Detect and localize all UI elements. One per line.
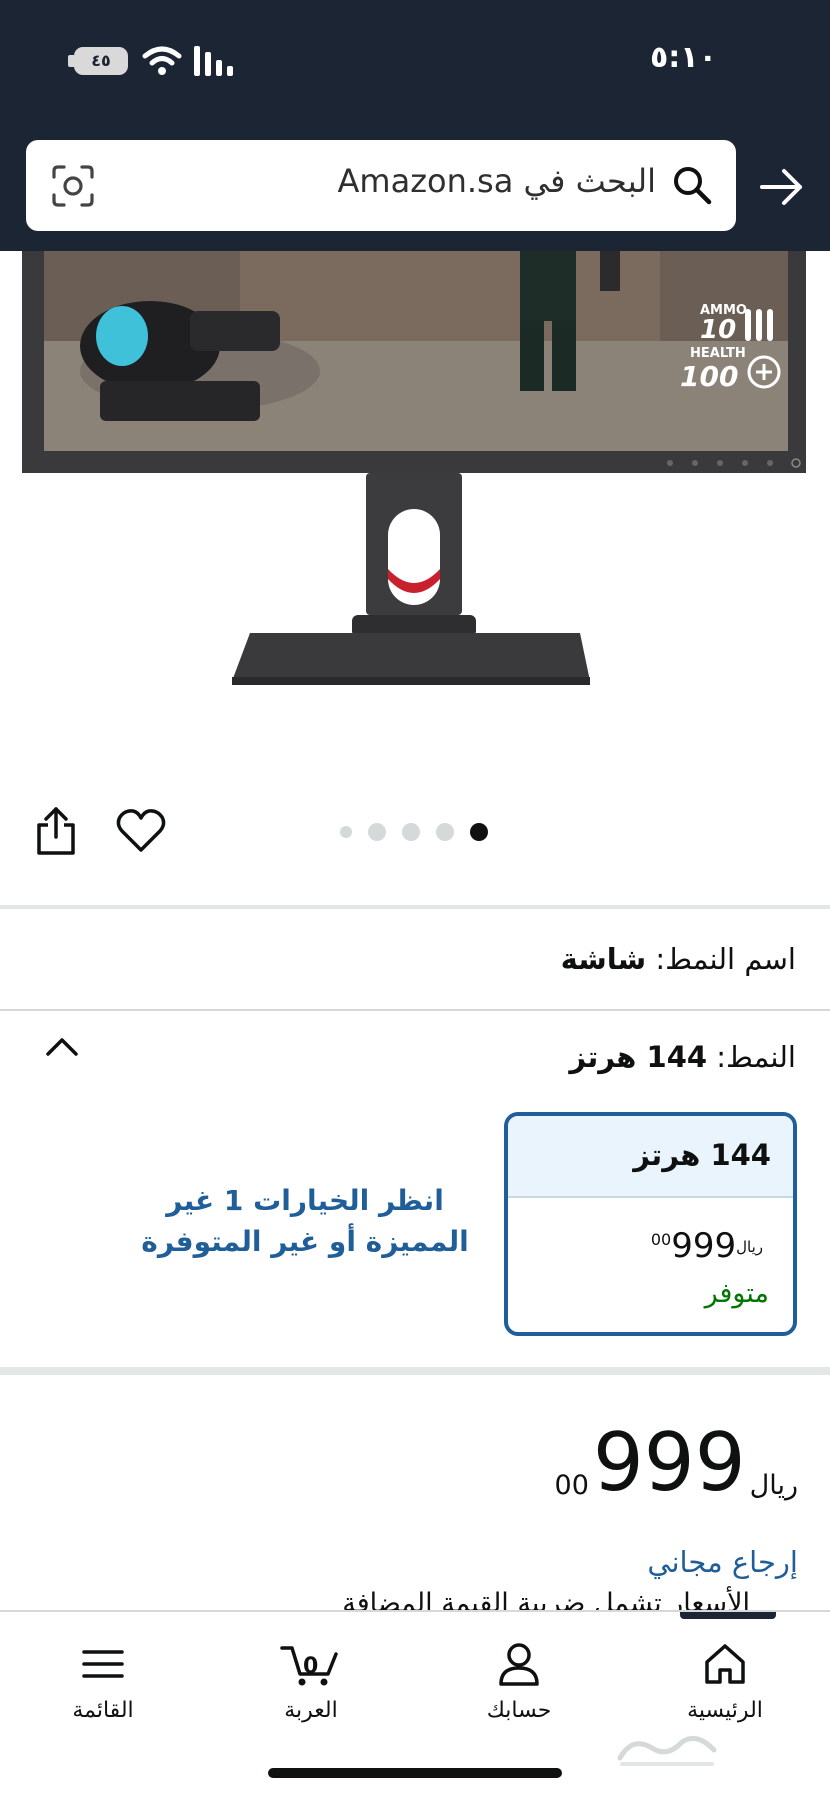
share-icon[interactable] (34, 805, 78, 857)
status-time: ٥:١٠ (650, 40, 717, 75)
main-price-whole: 999 (592, 1416, 746, 1509)
pattern-label: النمط: (716, 1040, 796, 1074)
free-return-link[interactable]: إرجاع مجاني (647, 1545, 798, 1579)
cart-count: 0 (303, 1654, 319, 1679)
svg-text:HEALTH: HEALTH (690, 346, 746, 361)
carousel-dot[interactable] (402, 823, 420, 841)
nav-menu[interactable]: القائمة (23, 1642, 183, 1723)
nav-account[interactable]: حسابك (439, 1642, 599, 1723)
search-input[interactable]: البحث في Amazon.sa (26, 140, 736, 231)
variant-price-fraction: 00 (650, 1230, 672, 1249)
style-name-value: شاشة (560, 942, 647, 976)
back-arrow-icon[interactable] (758, 166, 806, 208)
section-divider (0, 1009, 830, 1011)
variant-price: ريال 999 00 (651, 1226, 763, 1266)
top-header: ٥:١٠ ٤٥ البحث في Amazon.sa (0, 0, 830, 251)
heart-icon[interactable] (116, 808, 166, 854)
variant-price-currency: ريال (736, 1238, 763, 1256)
chevron-up-icon[interactable] (44, 1034, 80, 1058)
svg-text:10: 10 (700, 315, 736, 345)
pattern-row: النمط: 144 هرتز (569, 1040, 796, 1074)
carousel-dot[interactable] (436, 823, 454, 841)
variant-option-card[interactable]: 144 هرتز ريال 999 00 متوفر (504, 1112, 797, 1336)
style-name-label: اسم النمط: (655, 942, 796, 976)
account-icon (499, 1643, 539, 1686)
main-price-currency: ريال (749, 1470, 798, 1501)
carousel-dots[interactable] (340, 822, 488, 842)
nav-cart-label: العربة (284, 1698, 338, 1723)
variant-availability: متوفر (704, 1278, 769, 1309)
variant-title: 144 هرتز (508, 1116, 793, 1198)
carousel-dot[interactable] (340, 826, 352, 838)
home-icon (705, 1644, 745, 1684)
wifi-icon (142, 46, 182, 75)
main-price: ريال 999 00 (555, 1418, 798, 1508)
nav-account-label: حسابك (486, 1698, 552, 1723)
carousel-dot[interactable] (368, 823, 386, 841)
cellular-signal-icon (194, 46, 233, 76)
camera-scan-icon[interactable] (50, 163, 96, 209)
carousel-dot-active[interactable] (470, 823, 488, 841)
product-image[interactable]: AMMO 10 HEALTH 100 (0, 251, 830, 731)
haraj-watermark-logo (617, 1735, 717, 1766)
home-indicator (268, 1768, 562, 1778)
active-tab-indicator (680, 1612, 776, 1619)
battery-indicator: ٤٥ (74, 47, 128, 75)
search-icon[interactable] (670, 163, 714, 207)
nav-cart[interactable]: 0 العربة (231, 1642, 391, 1723)
main-price-fraction: 00 (554, 1470, 589, 1501)
pattern-value: 144 هرتز (569, 1040, 708, 1074)
variant-price-whole: 999 (671, 1226, 737, 1266)
section-divider (0, 1367, 830, 1375)
style-name-row: اسم النمط: شاشة (561, 942, 796, 976)
section-divider (0, 905, 830, 909)
svg-text:100: 100 (680, 360, 738, 393)
nav-menu-label: القائمة (72, 1698, 134, 1723)
search-placeholder: البحث في Amazon.sa (337, 162, 656, 200)
nav-home-label: الرئيسية (687, 1698, 763, 1723)
more-options-link[interactable]: انظر الخيارات 1 غير المميزة أو غير المتو… (130, 1180, 480, 1262)
menu-icon (82, 1650, 124, 1678)
nav-home[interactable]: الرئيسية (645, 1642, 805, 1723)
